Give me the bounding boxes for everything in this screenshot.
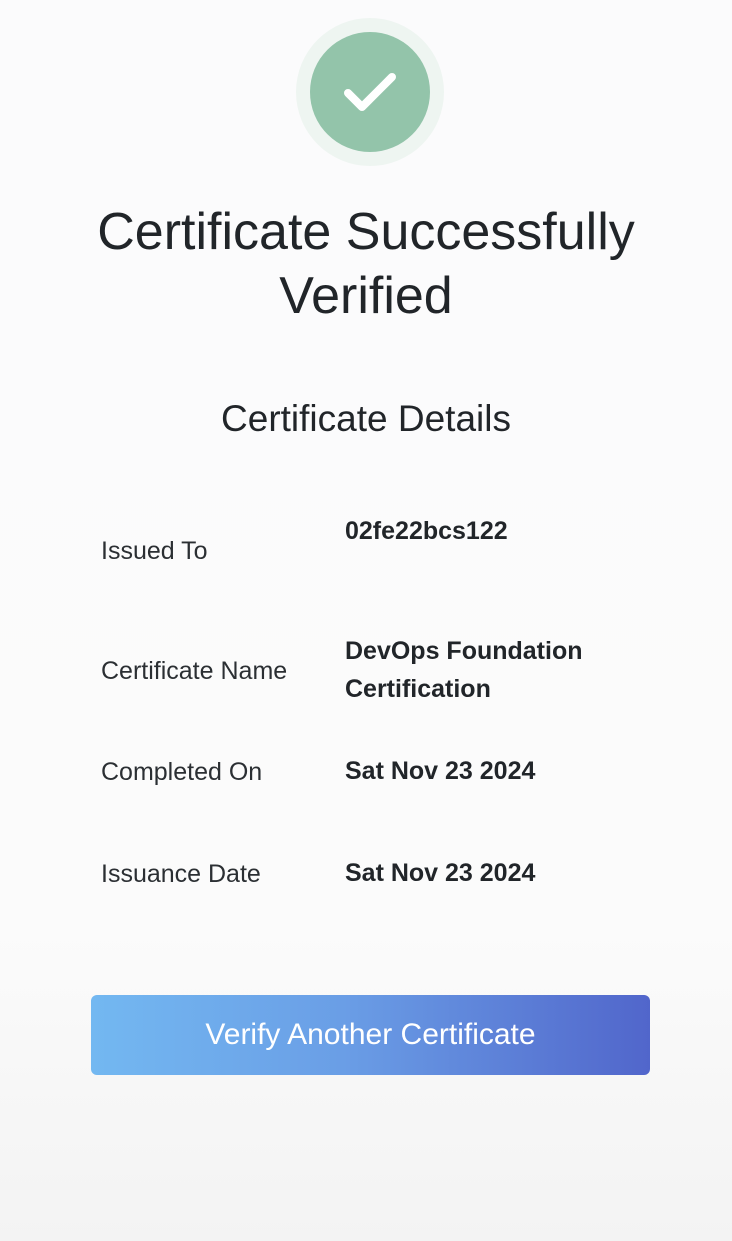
certificate-name-value: DevOps Foundation Certification bbox=[345, 637, 583, 703]
issued-to-value: 02fe22bcs122 bbox=[345, 517, 508, 545]
certificate-name-label: Certificate Name bbox=[101, 657, 288, 685]
check-icon bbox=[344, 73, 396, 111]
issuance-date-label: Issuance Date bbox=[101, 860, 261, 888]
issued-to-label: Issued To bbox=[101, 537, 208, 565]
page-title: Certificate Successfully Verified bbox=[97, 203, 635, 325]
completed-on-label: Completed On bbox=[101, 758, 263, 786]
verification-result-page: Certificate Successfully Verified Certif… bbox=[0, 0, 732, 1241]
verify-another-button[interactable]: Verify Another Certificate bbox=[91, 995, 650, 1075]
completed-on-value: Sat Nov 23 2024 bbox=[345, 757, 536, 785]
issuance-date-value: Sat Nov 23 2024 bbox=[345, 859, 536, 887]
section-title: Certificate Details bbox=[221, 398, 511, 439]
success-badge bbox=[310, 32, 430, 152]
success-badge-halo bbox=[296, 18, 444, 166]
